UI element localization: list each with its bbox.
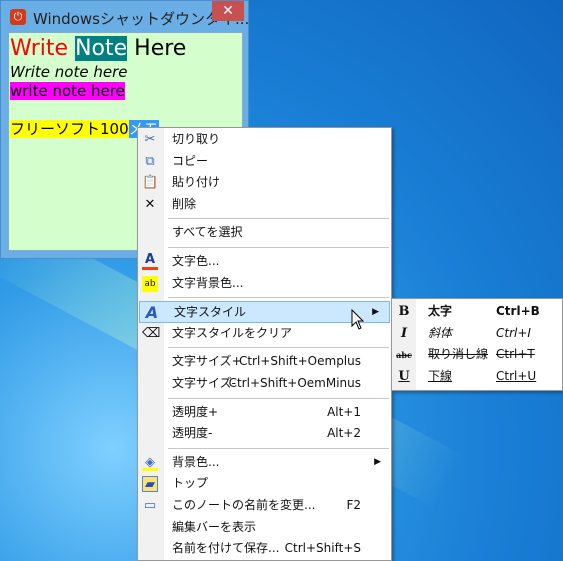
menu-item-shortcut: Ctrl+Shift+S xyxy=(284,541,361,556)
power-icon: ⏻ xyxy=(10,9,26,25)
menu-item[interactable]: ✂ 切り取り xyxy=(138,129,391,151)
submenu-arrow-icon: ▶ xyxy=(372,307,379,318)
menu-item[interactable]: ▰ トップ xyxy=(138,473,391,495)
delete-icon: ✕ xyxy=(144,196,156,212)
menu-item[interactable]: 📋 貼り付け xyxy=(138,172,391,194)
plain-word: Here xyxy=(134,36,187,61)
note-line-1: Write Note Here xyxy=(10,35,241,63)
menu-separator xyxy=(138,294,391,301)
menu-separator xyxy=(138,445,391,452)
pin-note-icon: ▰ xyxy=(142,476,158,493)
submenu-item-label: 下線 xyxy=(428,368,453,383)
menu-item[interactable]: 透明度- Alt+2 xyxy=(138,423,391,445)
menu-item-shortcut: Alt+1 xyxy=(327,404,361,419)
submenu-item-shortcut: Ctrl+I xyxy=(496,325,531,340)
menu-item-label: 透明度- xyxy=(172,426,213,441)
menu-item-label: コピー xyxy=(172,153,209,168)
font-color-icon: A xyxy=(142,253,158,270)
submenu-item-shortcut: Ctrl+B xyxy=(496,304,540,318)
menu-item-label: 文字背景色... xyxy=(172,275,244,290)
highlight-icon: ab xyxy=(142,275,158,292)
close-button[interactable]: ✕ xyxy=(212,1,244,21)
menu-item[interactable]: A 文字色... xyxy=(138,251,391,273)
menu-item[interactable]: 透明度+ Alt+1 xyxy=(138,402,391,424)
submenu-item[interactable]: U 下線 Ctrl+U xyxy=(392,366,562,388)
menu-item[interactable]: 文字サイズ- Ctrl+Shift+OemMinus xyxy=(138,373,391,395)
font-style-icon: A xyxy=(145,303,159,323)
menu-item[interactable]: 編集バーを表示 xyxy=(138,517,391,539)
menu-item-label: 文字スタイル xyxy=(174,305,247,320)
strikethrough-icon: abc xyxy=(396,350,412,361)
menu-item-label: 文字サイズ+ xyxy=(172,354,242,369)
paint-bucket-icon: ◈ xyxy=(142,455,158,471)
menu-item-label: 貼り付け xyxy=(172,175,221,190)
italic-icon: I xyxy=(400,325,408,341)
context-menu: ✂ 切り取り ⧉ コピー 📋 貼り付け ✕ 削除すべてを選択 A 文字色... ab 文字背景色...… xyxy=(137,127,392,561)
submenu-item-label: 取り消し線 xyxy=(428,347,489,362)
eraser-icon: ⌫ xyxy=(142,325,161,341)
rename-icon: ▭ xyxy=(143,497,157,513)
menu-item[interactable]: ▭ このノートの名前を変更... F2 xyxy=(138,495,391,517)
menu-item-label: 削除 xyxy=(172,196,197,211)
submenu-item-label: 斜体 xyxy=(428,325,453,340)
menu-item[interactable]: ⧉ コピー xyxy=(138,151,391,173)
menu-item-label: このノートの名前を変更... xyxy=(172,497,316,512)
submenu-item-shortcut: Ctrl+T xyxy=(496,347,535,362)
mouse-cursor-icon xyxy=(351,309,365,330)
menu-item-label: 名前を付けて保存... xyxy=(172,541,280,556)
submenu-item[interactable]: I 斜体 Ctrl+I xyxy=(392,323,562,345)
menu-item[interactable]: ab 文字背景色... xyxy=(138,273,391,295)
submenu-item-label: 太字 xyxy=(428,304,453,318)
scissors-icon: ✂ xyxy=(144,132,156,147)
menu-item-label: 文字色... xyxy=(172,253,220,268)
submenu-item[interactable]: B 太字 Ctrl+B xyxy=(392,301,562,323)
menu-item-label: 背景色... xyxy=(172,454,220,469)
menu-item-shortcut: Alt+2 xyxy=(327,426,361,441)
menu-item[interactable]: 名前を付けて保存... Ctrl+Shift+S xyxy=(138,538,391,560)
menu-separator xyxy=(138,344,391,351)
yellow-text: フリーソフト100 xyxy=(10,120,129,138)
menu-item[interactable]: 文字サイズ+ Ctrl+Shift+Oemplus xyxy=(138,351,391,373)
submenu-item-shortcut: Ctrl+U xyxy=(496,368,537,383)
red-word: Write xyxy=(10,36,69,61)
menu-separator xyxy=(138,244,391,251)
menu-item-shortcut: F2 xyxy=(346,497,361,512)
menu-item[interactable]: ✕ 削除 xyxy=(138,194,391,216)
paste-icon: 📋 xyxy=(142,175,159,191)
menu-item[interactable]: すべてを選択 xyxy=(138,222,391,244)
menu-separator xyxy=(138,395,391,402)
note-line-3: write note here xyxy=(10,82,125,100)
menu-item-label: 編集バーを表示 xyxy=(172,519,257,534)
menu-item[interactable]: ◈ 背景色... ▶ xyxy=(138,452,391,474)
menu-item-label: 切り取り xyxy=(172,132,221,146)
menu-item-label: 透明度+ xyxy=(172,404,219,419)
menu-item-label: 文字スタイルをクリア xyxy=(172,325,293,340)
underline-icon: U xyxy=(398,368,410,384)
menu-separator xyxy=(138,215,391,222)
note-line-2: Write note here xyxy=(10,63,128,81)
menu-item-label: トップ xyxy=(172,476,209,491)
submenu-item[interactable]: abc 取り消し線 Ctrl+T xyxy=(392,344,562,366)
copy-icon: ⧉ xyxy=(145,153,155,169)
title-bar[interactable]: ⏻ Windowsシャットダウンタイ... ✕ xyxy=(1,1,249,31)
menu-item-shortcut: Ctrl+Shift+Oemplus xyxy=(238,354,361,369)
submenu-arrow-icon: ▶ xyxy=(374,456,381,467)
menu-item-label: 文字サイズ- xyxy=(172,375,236,390)
teal-word: Note xyxy=(75,36,128,61)
menu-item-label: すべてを選択 xyxy=(172,225,243,240)
bold-icon: B xyxy=(398,304,410,319)
menu-item-shortcut: Ctrl+Shift+OemMinus xyxy=(228,375,361,390)
text-style-submenu: B 太字 Ctrl+B I 斜体 Ctrl+I abc 取り消し線 Ctrl+T U 下線 Ctrl+… xyxy=(391,298,563,391)
